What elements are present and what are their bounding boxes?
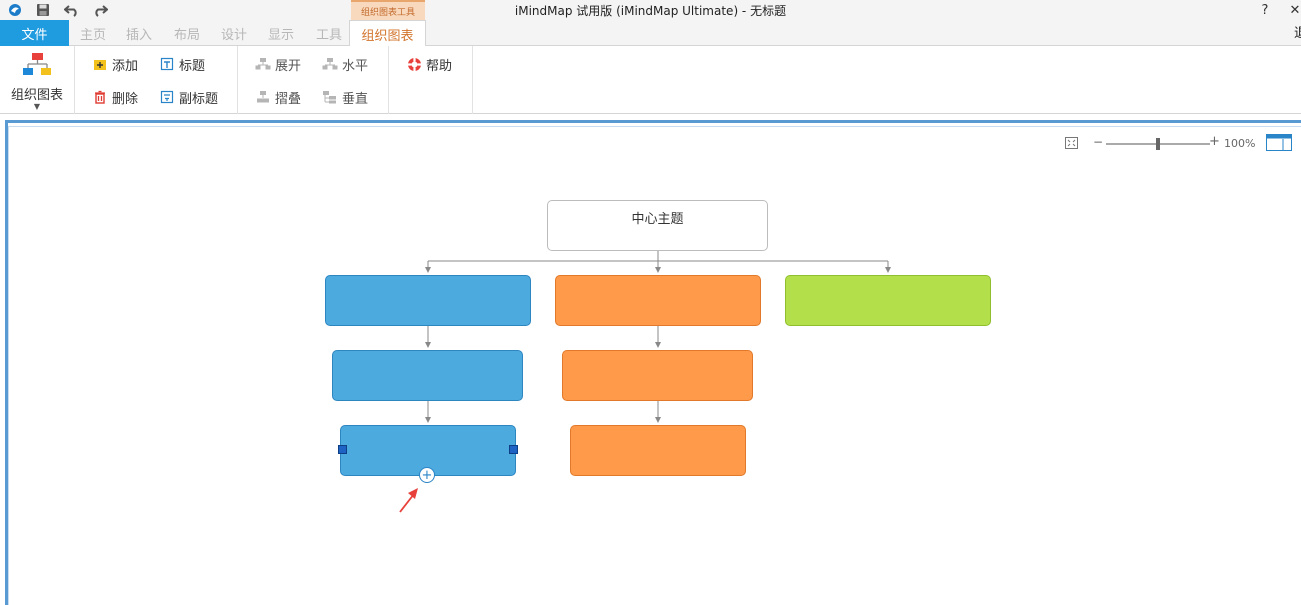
branch-node-blue-2[interactable] <box>332 350 523 401</box>
branch-node-orange-1[interactable] <box>555 275 761 326</box>
resize-handle-right[interactable] <box>509 445 518 454</box>
resize-handle-left[interactable] <box>338 445 347 454</box>
branch-node-blue-1[interactable] <box>325 275 531 326</box>
central-topic-node[interactable]: 中心主题 <box>547 200 768 251</box>
central-topic-label: 中心主题 <box>631 212 684 227</box>
branch-node-orange-3[interactable] <box>570 425 746 476</box>
add-child-button[interactable]: + <box>419 467 435 483</box>
branch-node-orange-2[interactable] <box>562 350 753 401</box>
branch-node-green-1[interactable] <box>785 275 991 326</box>
